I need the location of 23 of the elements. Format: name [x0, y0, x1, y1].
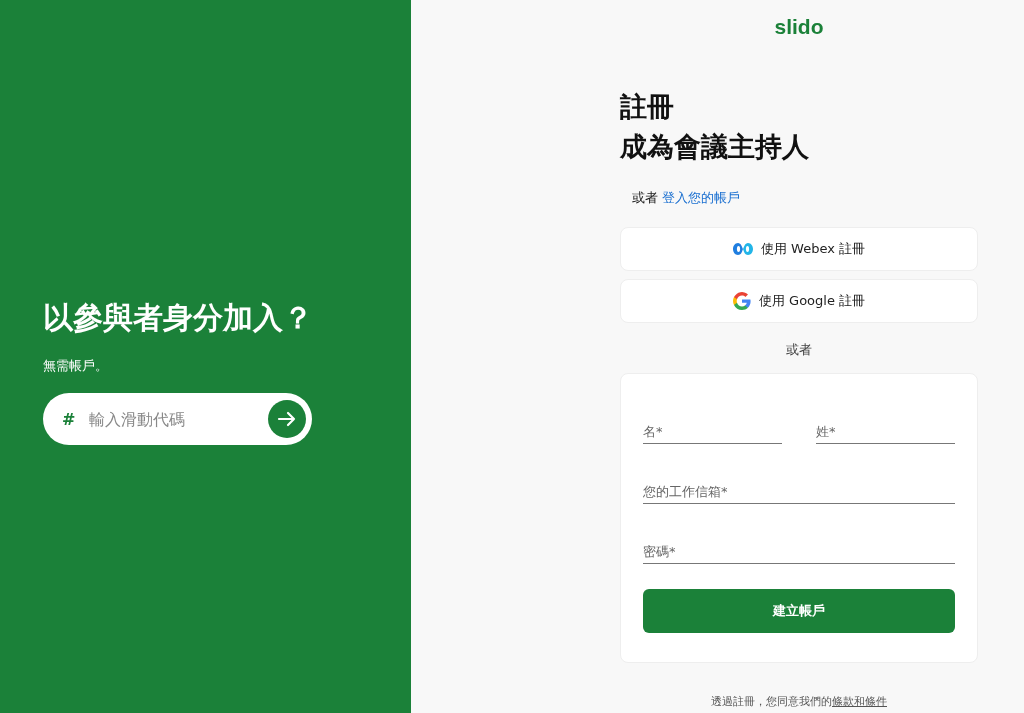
hash-prefix: #: [62, 409, 76, 429]
slido-logo: slido: [774, 15, 824, 39]
event-code-field[interactable]: # 輸入滑動代碼: [43, 393, 312, 445]
submit-arrow-button[interactable]: [268, 400, 306, 438]
webex-logo-icon: [732, 241, 753, 257]
join-subtitle: 無需帳戶。: [43, 357, 109, 375]
terms-text: 透過註冊，您同意我們的條款和條件: [711, 694, 887, 709]
join-title: 以參與者身分加入？: [43, 299, 314, 337]
signup-title: 註冊: [620, 90, 675, 124]
webex-signup-button[interactable]: 使用 Webex 註冊: [620, 227, 978, 271]
input-field[interactable]: 密碼*: [643, 530, 955, 564]
google-signup-button[interactable]: 使用 Google 註冊: [620, 279, 978, 323]
google-logo-icon: [732, 292, 751, 310]
input-field[interactable]: 名*: [643, 410, 782, 444]
or-text: 或者: [632, 190, 658, 205]
input-field[interactable]: 姓*: [816, 410, 955, 444]
event-code-input-field[interactable]: 輸入滑動代碼: [87, 408, 268, 430]
create-account-button[interactable]: 建立帳戶: [643, 589, 955, 633]
input-field[interactable]: 您的工作信箱*: [643, 470, 955, 504]
or-divider-text: 或者: [786, 341, 812, 359]
login-link[interactable]: 登入您的帳戶: [662, 190, 741, 205]
signup-title: 成為會議主持人: [620, 130, 810, 164]
terms-link[interactable]: 條款和條件: [832, 695, 887, 708]
